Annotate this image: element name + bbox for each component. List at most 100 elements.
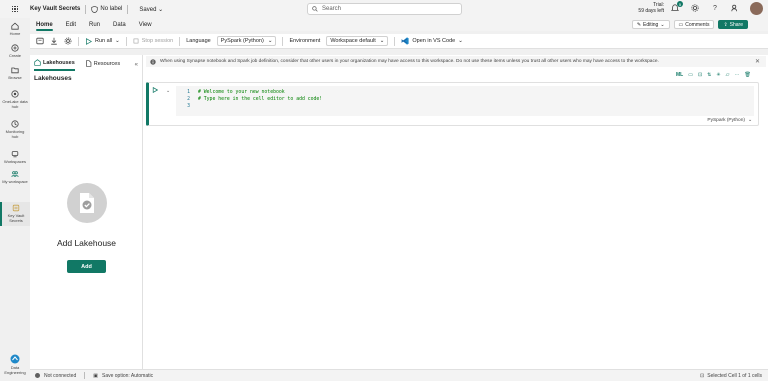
chevron-down-icon: ⌄ [115, 38, 120, 44]
comment-icon[interactable]: ▱ [726, 72, 730, 78]
chevron-down-icon[interactable]: ⌄ [166, 88, 170, 94]
gear-icon [691, 4, 699, 12]
lakehouse-placeholder-icon [66, 183, 107, 223]
tab-view[interactable]: View [139, 22, 152, 28]
workspaces-icon [11, 151, 19, 158]
sensitivity-label[interactable]: No label [91, 5, 122, 13]
close-icon[interactable]: ✕ [755, 58, 760, 65]
environment-select[interactable]: Workspace default ⌄ [326, 36, 389, 46]
left-rail: Home Create Browse OneLake data hub Moni… [0, 18, 30, 375]
tab-lakehouses[interactable]: Lakehouses [34, 59, 75, 71]
status-right: ⊡ Selected Cell 1 of 1 cells [700, 373, 762, 379]
panel-heading: Lakehouses [34, 75, 72, 82]
download-button[interactable] [50, 37, 58, 45]
tab-home[interactable]: Home [36, 22, 53, 31]
notebook-icon [12, 204, 20, 212]
open-in-vscode-button[interactable]: Open in VS Code ⌄ [401, 37, 463, 45]
tab-run[interactable]: Run [89, 22, 100, 28]
rail-item-workspaces[interactable]: Workspaces [0, 150, 30, 164]
pencil-icon: ✎ [636, 21, 642, 28]
cell-language-select[interactable]: PySpark (Python) ⌄ [707, 118, 752, 123]
info-icon [150, 58, 156, 65]
search-icon [312, 6, 318, 12]
play-icon [86, 37, 92, 45]
delete-icon[interactable]: 🗑 [744, 72, 750, 78]
run-cell-button[interactable] [152, 86, 159, 95]
folder-icon [11, 67, 19, 74]
feedback-icon [731, 4, 737, 12]
code-line: 3 [187, 104, 190, 109]
rail-item-monitoring[interactable]: Monitoring hub [0, 120, 30, 139]
connection-status[interactable]: Not connected [44, 373, 76, 379]
status-bar: Not connected ▣ Save option: Automatic ⊡… [30, 369, 768, 381]
help-button[interactable]: ? [710, 3, 720, 13]
tab-resources[interactable]: Resources [85, 60, 120, 70]
save-option[interactable]: Save option: Automatic [102, 373, 153, 379]
people-icon [11, 171, 19, 177]
language-label: Language [186, 38, 211, 44]
info-banner: When using Synapse notebook and Spark jo… [146, 56, 766, 67]
move-icon[interactable]: ⇅ [707, 72, 711, 78]
file-icon [85, 60, 92, 67]
download-icon [51, 37, 57, 45]
save-icon: ▣ [93, 372, 98, 379]
search-input[interactable]: Search [307, 3, 462, 15]
add-lakehouse-button[interactable]: Add [67, 260, 106, 273]
rail-item-my-workspace[interactable]: My workspace [0, 170, 30, 184]
tab-edit[interactable]: Edit [66, 22, 76, 28]
sparkle-icon[interactable]: ✳ [716, 72, 720, 78]
chevron-down-icon: ⌄ [660, 21, 665, 28]
explorer-tabs: Lakehouses Resources « [30, 55, 142, 71]
code-icon[interactable]: ▭ [688, 72, 693, 78]
empty-state: Add Lakehouse Add [30, 183, 143, 273]
play-icon [152, 86, 159, 94]
data-engineering-icon [10, 354, 20, 364]
cell-selection-status: Selected Cell 1 of 1 cells [707, 373, 762, 379]
stop-session-button[interactable]: Stop session [133, 38, 173, 44]
home-icon [11, 22, 19, 30]
document-check-icon [79, 193, 94, 213]
app-launcher-button[interactable] [0, 0, 30, 18]
ml-button[interactable]: ML [676, 72, 683, 78]
run-all-button[interactable]: Run all ⌄ [85, 37, 120, 45]
notebook-editor: When using Synapse notebook and Spark jo… [143, 55, 768, 369]
feedback-button[interactable] [730, 3, 740, 13]
cell-toolbar: ML ▭ ⊡ ⇅ ✳ ▱ ⋯ 🗑 [676, 72, 751, 78]
fit-icon[interactable]: ⊡ [700, 373, 704, 379]
explorer-panel: Lakehouses Resources « Lakehouses Add La… [30, 55, 143, 369]
lock-icon[interactable]: ⊡ [698, 72, 702, 78]
share-icon: ⇪ [723, 21, 728, 28]
rail-item-onelake[interactable]: OneLake data hub [0, 90, 30, 109]
avatar[interactable] [750, 2, 763, 15]
rail-item-key-vault-secrets[interactable]: Key Vault Secrets [0, 202, 30, 226]
document-title[interactable]: Key Vault Secrets [30, 6, 80, 12]
stop-icon [133, 38, 139, 44]
notebook-settings-button[interactable] [36, 37, 44, 45]
tab-data[interactable]: Data [113, 22, 126, 28]
connection-status-icon [35, 373, 40, 378]
save-status[interactable]: Saved ⌄ [139, 6, 163, 13]
menu-right-group: ✎ Editing ⌄ ▭ Comments ⇪ Share [631, 20, 748, 29]
share-button[interactable]: ⇪ Share [718, 20, 748, 29]
notebook-settings-icon [36, 37, 44, 45]
editing-mode-button[interactable]: ✎ Editing ⌄ [631, 20, 670, 29]
trial-status[interactable]: Trial: 59 days left [636, 2, 664, 14]
code-cell[interactable]: ⌄ 1 # Welcome to your new notebook 2 # T… [146, 82, 759, 126]
monitor-icon [11, 120, 19, 128]
environment-label: Environment [289, 38, 321, 44]
rail-item-create[interactable]: Create [0, 44, 30, 58]
chevron-down-icon: ⌄ [458, 38, 463, 44]
rail-item-data-engineering[interactable]: Data Engineering [0, 354, 30, 375]
question-icon: ? [713, 4, 717, 12]
notifications-button[interactable]: 5 [670, 1, 683, 13]
comments-button[interactable]: ▭ Comments [673, 20, 715, 29]
rail-item-browse[interactable]: Browse [0, 66, 30, 80]
settings-button[interactable] [690, 3, 700, 13]
more-icon[interactable]: ⋯ [734, 72, 739, 78]
code-line: 1 # Welcome to your new notebook [187, 90, 285, 95]
settings-button[interactable] [64, 37, 72, 45]
code-editor[interactable]: 1 # Welcome to your new notebook 2 # Typ… [176, 86, 754, 116]
collapse-panel-icon[interactable]: « [135, 62, 138, 68]
language-select[interactable]: PySpark (Python) ⌄ [216, 36, 277, 46]
rail-item-home[interactable]: Home [0, 22, 30, 36]
